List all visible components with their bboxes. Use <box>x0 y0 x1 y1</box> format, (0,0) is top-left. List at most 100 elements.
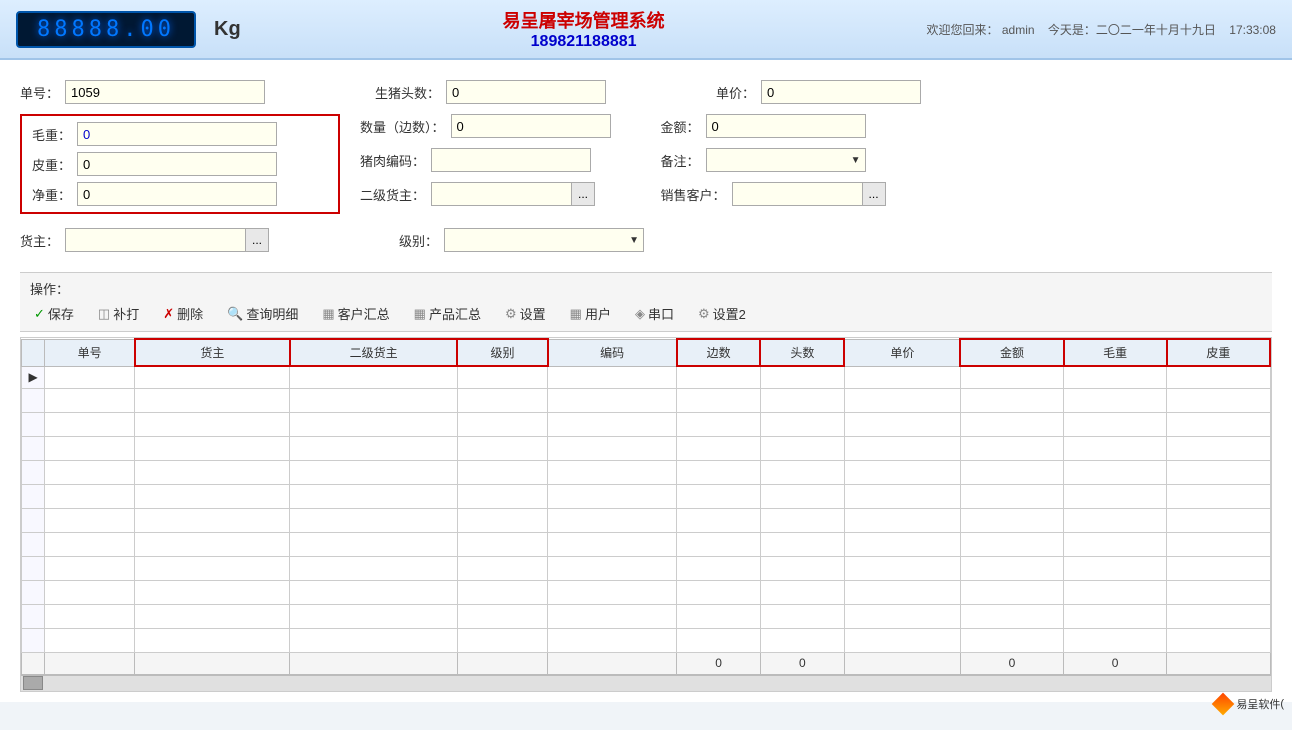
table-header-row: 单号 货主 二级货主 级别 编码 边数 头数 单价 金额 毛重 皮重 <box>22 339 1271 366</box>
table-row-empty-8 <box>22 556 1271 580</box>
table-row-empty-9 <box>22 580 1271 604</box>
th-sides: 边数 <box>677 339 761 366</box>
phone-number: 189821188881 <box>503 33 665 51</box>
quantity-group: 数量（边数）： <box>360 114 611 138</box>
customer-icon: ▦ <box>322 306 334 322</box>
td-sn <box>45 366 135 388</box>
order-input[interactable] <box>65 80 265 104</box>
table-row-empty-5 <box>22 484 1271 508</box>
level-dropdown[interactable]: ▼ <box>444 228 644 252</box>
note-dropdown[interactable]: ▼ <box>706 148 866 172</box>
user-button[interactable]: ▦ 用户 <box>566 302 615 325</box>
td-unitprice <box>844 366 960 388</box>
note-arrow-icon: ▼ <box>851 155 861 166</box>
query-label: 查询明细 <box>246 304 298 323</box>
owner-browse[interactable]: ... <box>245 228 269 252</box>
product-summary-button[interactable]: ▦ 产品汇总 <box>410 302 485 325</box>
delete-button[interactable]: ✗ 删除 <box>159 302 207 325</box>
logo-text: 易呈软件 <box>1236 696 1280 712</box>
port-button[interactable]: ◈ 串口 <box>631 302 678 325</box>
footer-tare <box>1167 652 1270 674</box>
pork-code-input[interactable] <box>431 148 591 172</box>
owner-input[interactable] <box>65 228 245 252</box>
th-sn: 单号 <box>45 339 135 366</box>
data-table: 单号 货主 二级货主 级别 编码 边数 头数 单价 金额 毛重 皮重 ▶ <box>21 338 1271 675</box>
footer-amount: 0 <box>960 652 1063 674</box>
settings2-label: 设置2 <box>713 304 746 323</box>
level-label: 级别： <box>399 231 438 250</box>
port-icon: ◈ <box>635 306 645 322</box>
gross-weight-label: 毛重： <box>32 125 71 144</box>
scroll-thumb[interactable] <box>23 676 43 690</box>
unit-price-group: 单价： <box>716 80 921 104</box>
customer-summary-button[interactable]: ▦ 客户汇总 <box>318 302 393 325</box>
th-indicator <box>22 339 45 366</box>
footer-gross: 0 <box>1064 652 1167 674</box>
user-label: 用户 <box>585 304 611 323</box>
operations-buttons: ✓ 保存 ◫ 补打 ✗ 删除 🔍 查询明细 ▦ 客户汇总 ▦ 产品汇总 <box>30 302 1262 325</box>
save-icon: ✓ <box>34 306 45 322</box>
note-label: 备注： <box>661 151 700 170</box>
td-tare <box>1167 366 1270 388</box>
header-left: 88888.00 Kg <box>16 11 241 48</box>
level-group: 级别： ▼ <box>399 228 644 252</box>
reprint-label: 补打 <box>113 304 139 323</box>
net-weight-input[interactable] <box>77 182 277 206</box>
td-gross <box>1064 366 1167 388</box>
table-row-empty-2 <box>22 412 1271 436</box>
pigs-group: 生猪头数： <box>375 80 606 104</box>
table-row-empty-10 <box>22 604 1271 628</box>
footer-indicator <box>22 652 45 674</box>
weight-section: 毛重： 皮重： 净重： <box>20 114 340 214</box>
owner-field: ... <box>65 228 269 252</box>
table-footer: 0 0 0 0 <box>22 652 1271 674</box>
save-button[interactable]: ✓ 保存 <box>30 302 78 325</box>
logo-diamond-icon <box>1212 693 1235 716</box>
note-group: 备注： ▼ <box>661 148 886 172</box>
product-summary-label: 产品汇总 <box>429 304 481 323</box>
tare-label: 皮重： <box>32 155 71 174</box>
settings-icon: ⚙ <box>505 306 517 322</box>
footer-sn <box>45 652 135 674</box>
kg-label: Kg <box>214 18 241 41</box>
td-heads <box>760 366 844 388</box>
unit-price-input[interactable] <box>761 80 921 104</box>
form-row-1: 单号： 生猪头数： 单价： <box>20 80 1272 104</box>
save-label: 保存 <box>48 304 74 323</box>
amount-label: 金额： <box>661 117 700 136</box>
settings2-icon: ⚙ <box>698 306 710 322</box>
tare-input[interactable] <box>77 152 277 176</box>
lcd-display: 88888.00 <box>16 11 196 48</box>
table-scrollbar[interactable] <box>21 675 1271 691</box>
sales-customer-input[interactable] <box>732 182 862 206</box>
footer-level <box>457 652 547 674</box>
secondary-owner-browse[interactable]: ... <box>571 182 595 206</box>
header-center: 易呈屠宰场管理系统 189821188881 <box>503 7 665 51</box>
logo-extra: ( <box>1280 698 1284 710</box>
sales-customer-label: 销售客户： <box>661 185 726 204</box>
row-indicator-cell: ▶ <box>22 366 45 388</box>
th-owner: 货主 <box>135 339 290 366</box>
pork-code-label: 猪肉编码： <box>360 151 425 170</box>
pigs-input[interactable] <box>446 80 606 104</box>
quantity-input[interactable] <box>451 114 611 138</box>
settings-button[interactable]: ⚙ 设置 <box>501 302 550 325</box>
secondary-owner-input[interactable] <box>431 182 571 206</box>
reprint-button[interactable]: ◫ 补打 <box>94 302 143 325</box>
td-amount <box>960 366 1063 388</box>
footer-owner2 <box>290 652 458 674</box>
unit-price-label: 单价： <box>716 83 755 102</box>
sales-customer-group: 销售客户： ... <box>661 182 886 206</box>
query-button[interactable]: 🔍 查询明细 <box>223 302 302 325</box>
th-code: 编码 <box>548 339 677 366</box>
query-icon: 🔍 <box>227 306 243 322</box>
tare-row: 皮重： <box>32 152 328 176</box>
th-unitprice: 单价 <box>844 339 960 366</box>
settings2-button[interactable]: ⚙ 设置2 <box>694 302 750 325</box>
th-level: 级别 <box>457 339 547 366</box>
gross-weight-input[interactable] <box>77 122 277 146</box>
sales-customer-browse[interactable]: ... <box>862 182 886 206</box>
amount-input[interactable] <box>706 114 866 138</box>
th-heads: 头数 <box>760 339 844 366</box>
table-row-empty-11 <box>22 628 1271 652</box>
